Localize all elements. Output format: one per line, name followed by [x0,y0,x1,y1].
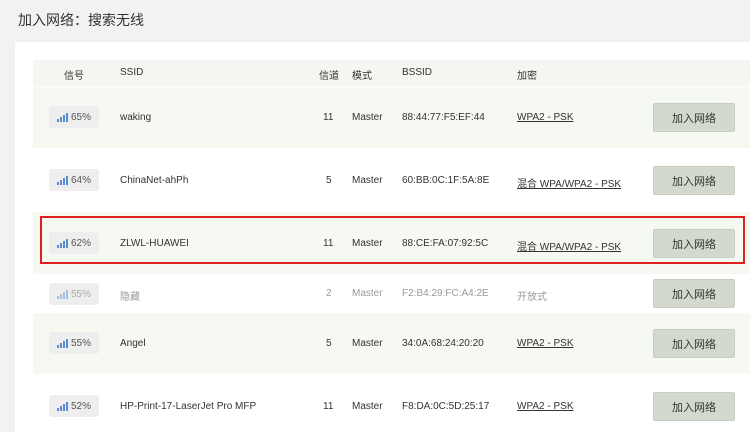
bssid-cell: 60:BB:0C:1F:5A:8E [402,175,490,186]
signal-bars-icon [56,238,68,248]
ssid-cell: 隐藏 [120,292,140,303]
header-mode: 模式 [352,71,372,82]
channel-cell: 11 [323,112,334,123]
mode-cell: Master [352,338,383,349]
signal-bars-icon [56,175,68,185]
channel-cell: 11 [323,238,334,249]
mode-cell: Master [352,288,383,299]
header-ssid: SSID [120,67,144,78]
encryption-link[interactable]: WPA2 - PSK [517,338,574,349]
signal-bars-icon [56,289,68,299]
join-network-button[interactable]: 加入网络 [653,166,735,195]
table-row: 55% 隐藏 2 Master F2:B4:29:FC:A4:2E 开放式 加入… [33,274,750,312]
table-row: 62% ZLWL-HUAWEI 11 Master 88:CE:FA:07:92… [33,211,750,274]
channel-cell: 5 [326,175,332,186]
join-network-button[interactable]: 加入网络 [653,229,735,258]
bssid-cell: F2:B4:29:FC:A4:2E [402,288,489,299]
signal-strength: 52% [49,395,99,417]
encryption-link[interactable]: WPA2 - PSK [517,112,574,123]
header-encryption: 加密 [517,71,537,82]
bssid-cell: F8:DA:0C:5D:25:17 [402,401,490,412]
wifi-network-table: 信号 SSID 信道 模式 BSSID 加密 65% waking 11 Mas… [33,60,750,432]
signal-value: 65% [70,111,91,123]
signal-value: 64% [70,174,91,186]
signal-bars-icon [56,401,68,411]
signal-strength: 62% [49,232,99,254]
signal-strength: 64% [49,169,99,191]
page-title: 加入网络：搜索无线 [18,12,144,28]
join-network-button[interactable]: 加入网络 [653,103,735,132]
signal-bars-icon [56,338,68,348]
ssid-cell: Angel [120,338,146,349]
signal-strength: 55% [49,332,99,354]
encryption-link[interactable]: WPA2 - PSK [517,401,574,412]
mode-cell: Master [352,238,383,249]
table-header: 信号 SSID 信道 模式 BSSID 加密 [33,60,750,86]
table-row: 65% waking 11 Master 88:44:77:F5:EF:44 W… [33,86,750,148]
encryption-label: 开放式 [517,292,547,303]
header-bssid: BSSID [402,67,433,78]
table-row: 55% Angel 5 Master 34:0A:68:24:20:20 WPA… [33,312,750,374]
table-row: 64% ChinaNet-ahPh 5 Master 60:BB:0C:1F:5… [33,148,750,211]
signal-value: 62% [70,237,91,249]
signal-bars-icon [56,112,68,122]
encryption-link[interactable]: 混合 WPA/WPA2 - PSK [517,175,621,190]
mode-cell: Master [352,175,383,186]
ssid-cell: ZLWL-HUAWEI [120,238,189,249]
channel-cell: 5 [326,338,332,349]
ssid-cell: waking [120,112,152,123]
bssid-cell: 88:44:77:F5:EF:44 [402,112,485,123]
channel-cell: 2 [326,288,332,299]
signal-value: 55% [70,337,91,349]
signal-strength: 65% [49,106,99,128]
wifi-scan-panel: 信号 SSID 信道 模式 BSSID 加密 65% waking 11 Mas… [15,42,750,432]
encryption-link[interactable]: 混合 WPA/WPA2 - PSK [517,238,621,253]
signal-strength: 55% [49,283,99,305]
table-row: 52% HP-Print-17-LaserJet Pro MFP 11 Mast… [33,374,750,432]
bssid-cell: 88:CE:FA:07:92:5C [402,238,489,249]
header-signal: 信号 [64,71,84,82]
signal-value: 52% [70,400,91,412]
channel-cell: 11 [323,401,334,412]
join-network-button[interactable]: 加入网络 [653,329,735,358]
signal-value: 55% [70,288,91,300]
header-channel: 信道 [319,71,339,82]
join-network-button[interactable]: 加入网络 [653,392,735,421]
ssid-cell: HP-Print-17-LaserJet Pro MFP [120,401,257,412]
join-network-button[interactable]: 加入网络 [653,279,735,308]
bssid-cell: 34:0A:68:24:20:20 [402,338,484,349]
mode-cell: Master [352,112,383,123]
mode-cell: Master [352,401,383,412]
ssid-cell: ChinaNet-ahPh [120,175,189,186]
